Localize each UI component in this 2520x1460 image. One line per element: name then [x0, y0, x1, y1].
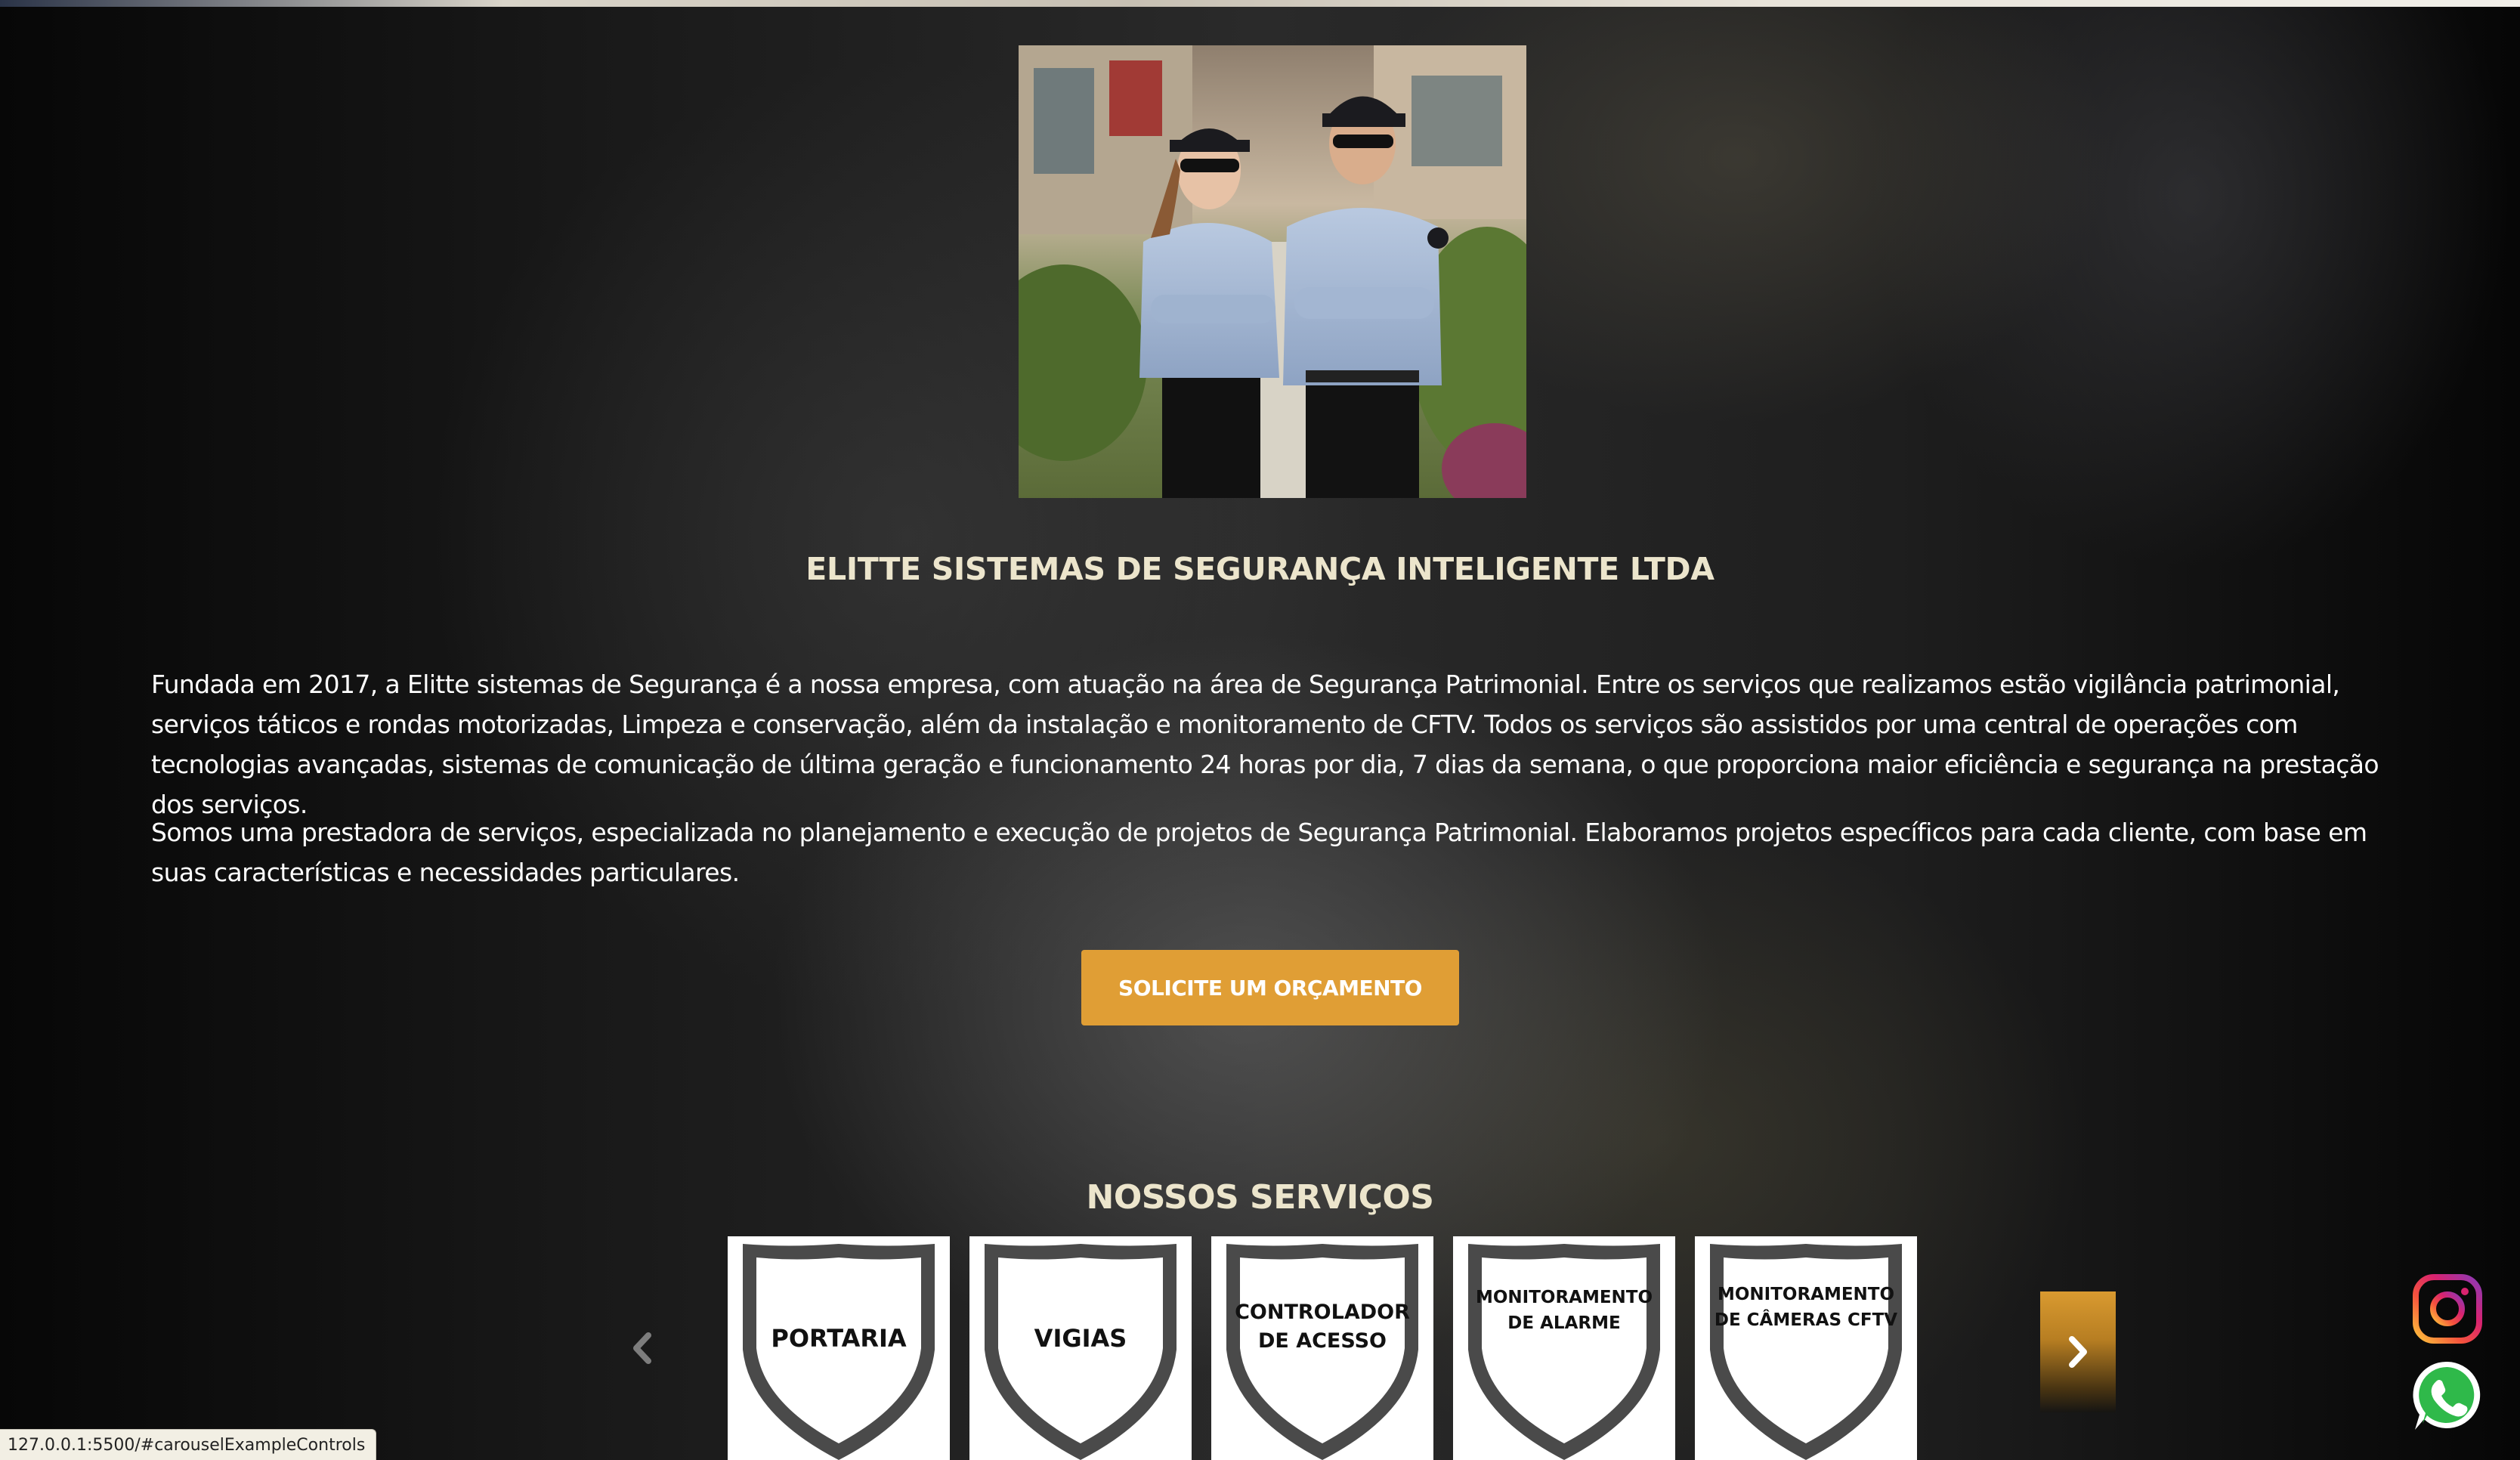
shield-icon: [1468, 1244, 1660, 1460]
browser-status-url: 127.0.0.1:5500/#carouselExampleControls: [0, 1429, 377, 1460]
service-label-line-2: DE CÂMERAS CFTV: [1714, 1310, 1898, 1330]
chevron-right-icon: [2069, 1336, 2087, 1368]
service-label-line-1: MONITORAMENTO: [1717, 1285, 1895, 1304]
service-label-line-2: DE ALARME: [1507, 1313, 1621, 1333]
company-title: ELITTE SISTEMAS DE SEGURANÇA INTELIGENTE…: [805, 551, 1715, 587]
shield-icon: [1710, 1244, 1902, 1460]
about-paragraph-2: Somos uma prestadora de serviços, especi…: [151, 818, 2367, 887]
service-label-line-1: MONITORAMENTO: [1475, 1288, 1653, 1307]
instagram-button[interactable]: [2413, 1274, 2482, 1344]
request-quote-button[interactable]: SOLICITE UM ORÇAMENTO: [1081, 950, 1459, 1025]
service-label-line-2: DE ACESSO: [1257, 1329, 1387, 1353]
whatsapp-icon: [2413, 1361, 2481, 1430]
chevron-left-icon: [633, 1332, 651, 1364]
service-label-line-1: CONTROLADOR: [1235, 1301, 1410, 1324]
whatsapp-button[interactable]: [2409, 1357, 2486, 1434]
carousel-next-button[interactable]: [2040, 1291, 2116, 1412]
service-label: CONTROLADOR DE ACESSO: [1211, 1298, 1433, 1356]
about-paragraph-1: Fundada em 2017, a Elitte sistemas de Se…: [151, 670, 2379, 819]
service-card-controlador-de-acesso[interactable]: CONTROLADOR DE ACESSO: [1211, 1236, 1433, 1460]
service-card-vigias[interactable]: VIGIAS: [969, 1236, 1192, 1460]
service-card-monitoramento-de-cameras-cftv[interactable]: MONITORAMENTO DE CÂMERAS CFTV: [1695, 1236, 1917, 1460]
instagram-icon: [2413, 1274, 2482, 1344]
service-label: PORTARIA: [771, 1324, 907, 1353]
carousel-prev-button[interactable]: [620, 1314, 665, 1382]
service-label: MONITORAMENTO DE CÂMERAS CFTV: [1695, 1282, 1917, 1333]
about-section: ELITTE SISTEMAS DE SEGURANÇA INTELIGENTE…: [0, 7, 2520, 1460]
services-title: NOSSOS SERVIÇOS: [1086, 1178, 1434, 1217]
service-label: VIGIAS: [1034, 1324, 1127, 1353]
service-label: MONITORAMENTO DE ALARME: [1453, 1285, 1675, 1336]
security-guards-photo: [1019, 45, 1526, 498]
service-card-monitoramento-de-alarme[interactable]: MONITORAMENTO DE ALARME: [1453, 1236, 1675, 1460]
top-strip: [0, 0, 2520, 7]
service-card-portaria[interactable]: PORTARIA: [728, 1236, 950, 1460]
